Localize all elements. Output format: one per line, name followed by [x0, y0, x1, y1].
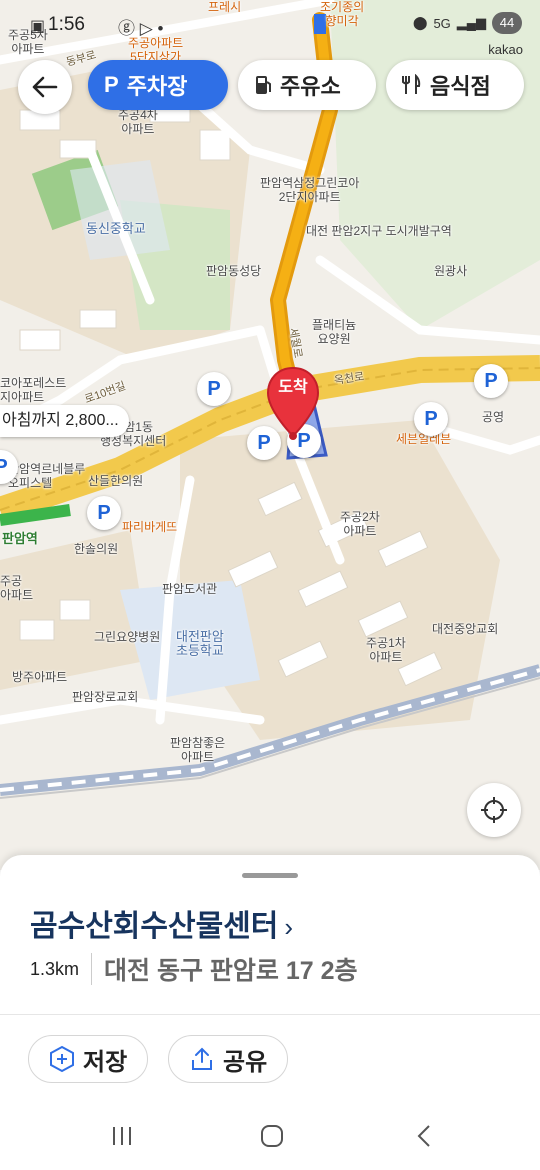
place-name-text: 곰수산회수산물센터 [30, 910, 279, 943]
share-icon [192, 1047, 212, 1070]
chip-gas-station[interactable]: 주유소 [238, 60, 376, 110]
network-icon: 5G [433, 15, 451, 31]
signal-icon: ▂▄▆ [456, 15, 486, 30]
back-button[interactable] [18, 60, 72, 114]
map-label-church: 판암동성당 [206, 264, 262, 278]
place-meta: 1.3km 대전 동구 판암로 17 2층 [30, 951, 358, 987]
map-label-temple: 원광사 [434, 264, 468, 278]
notification-icon: ▣ [30, 18, 46, 35]
kakao-badge: kakao [488, 42, 523, 57]
map-label-bakery: 파리바게뜨 [122, 520, 178, 534]
system-navigation-bar [0, 1110, 540, 1170]
map-label-public-parking: 공영 [482, 410, 505, 424]
screen: 주공5차 아파트 프레시 주공아파트 5단지상가 조기종의 향미각 주공4차 아… [0, 0, 540, 1170]
recent-apps-button[interactable] [110, 1124, 134, 1153]
home-button[interactable] [260, 1124, 284, 1153]
parking-marker[interactable]: P [87, 496, 121, 530]
map-label-school: 대전판암 초등학교 [176, 629, 224, 658]
map-label-hospital: 그린요양병원 [94, 630, 161, 644]
map-label-nursing-home: 플래티늄 요양원 [312, 318, 357, 346]
map-label-apartment: 방주아파트 [12, 670, 68, 684]
map-label-church: 대전중앙교회 [432, 622, 499, 636]
map-label-school: 동신중학교 [86, 221, 146, 236]
chip-parking[interactable]: P 주차장 [88, 60, 228, 110]
add-hexagon-icon [50, 1045, 74, 1073]
map-label-apartment: 주공2차 아파트 [340, 510, 380, 538]
parking-marker[interactable]: P [414, 402, 448, 436]
fuel-icon [256, 76, 271, 94]
map-label-development-zone: 대전 판암2지구 도시개발구역 [306, 224, 452, 238]
destination-label: 도착 [278, 379, 308, 396]
sheet-divider [0, 1014, 540, 1015]
map-label-apartment: 코아포레스트 지아파트 [0, 376, 67, 404]
status-right-icons: ⬤ 5G ▂▄▆ 44 [413, 12, 522, 34]
map-label-officetel: 판암역르네블루 오피스텔 [8, 462, 86, 490]
meta-divider [91, 953, 93, 985]
map-view[interactable]: 주공5차 아파트 프레시 주공아파트 5단지상가 조기종의 향미각 주공4차 아… [0, 0, 540, 870]
chip-label: 주유소 [280, 74, 341, 99]
parking-marker[interactable]: P [474, 364, 508, 398]
parking-marker[interactable]: P [197, 372, 231, 406]
destination-pin-icon[interactable]: 도착 [264, 366, 328, 446]
map-label-clinic: 산들한의원 [88, 474, 144, 488]
map-label-apartment: 주공1차 아파트 [366, 636, 406, 664]
place-distance: 1.3km [30, 958, 80, 979]
chip-restaurant[interactable]: 음식점 [386, 60, 524, 110]
save-label: 저장 [83, 1048, 128, 1076]
parking-price-callout[interactable]: 아침까지 2,800... [0, 405, 129, 437]
status-app-icons: ⓖ ▷ • [118, 19, 164, 38]
share-label: 공유 [223, 1048, 268, 1076]
chevron-right-icon: › [284, 912, 294, 942]
save-button[interactable]: 저장 [28, 1035, 149, 1083]
share-button[interactable]: 공유 [168, 1035, 289, 1083]
restaurant-icon [402, 74, 421, 94]
place-title[interactable]: 곰수산회수산물센터 › [30, 901, 293, 945]
status-time: 1:56 [48, 14, 85, 35]
map-label-apartment: 판암역삼정그린코아 2단지아파트 [260, 176, 360, 204]
location-icon: ⬤ [412, 15, 428, 30]
map-label-apartment: 판암참좋은 아파트 [170, 736, 226, 764]
chip-label: 음식점 [430, 74, 491, 99]
map-label-church: 판암장로교회 [72, 690, 139, 704]
back-nav-button[interactable] [414, 1124, 434, 1153]
battery-icon: 44 [492, 12, 522, 34]
status-bar: ▣ 1:56 ⓖ ▷ • ⬤ 5G ▂▄▆ 44 kakao [0, 0, 540, 57]
map-label-apartment: 주공 아파트 [0, 574, 34, 602]
place-address: 대전 동구 판암로 17 2층 [104, 957, 358, 985]
map-label-clinic: 한솔의원 [74, 542, 119, 556]
crosshair-icon [481, 797, 507, 823]
current-location-button[interactable] [467, 783, 521, 837]
parking-icon: P [104, 72, 119, 97]
sheet-drag-handle[interactable] [242, 873, 298, 878]
map-label-library: 판암도서관 [162, 582, 218, 596]
arrow-left-icon [32, 76, 58, 98]
map-label-station: 판암역 [2, 531, 38, 546]
map-label-apartment: 주공4차 아파트 [118, 108, 158, 136]
chip-label: 주차장 [126, 74, 188, 99]
